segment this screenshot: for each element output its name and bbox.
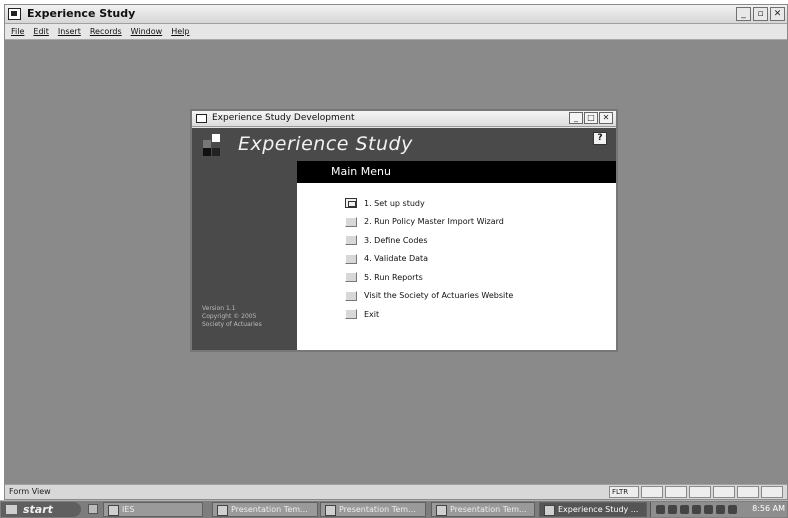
- dialog-close-button[interactable]: ✕: [599, 112, 613, 124]
- menu-item-import-wizard[interactable]: 2. Run Policy Master Import Wizard: [345, 213, 513, 232]
- status-bar: Form View FLTR: [5, 484, 787, 499]
- taskbar-item-experience-study[interactable]: Experience Study ...: [539, 502, 647, 517]
- status-text: Form View: [9, 487, 51, 496]
- windows-flag-icon: [6, 505, 17, 514]
- clock[interactable]: 8:56 AM: [752, 504, 785, 513]
- tray-icon[interactable]: [728, 505, 737, 514]
- menu-list: 1. Set up study 2. Run Policy Master Imp…: [345, 194, 513, 324]
- tray-icon[interactable]: [692, 505, 701, 514]
- taskbar-item-presentation[interactable]: Presentation Tem...: [320, 502, 426, 517]
- organization-line: Society of Actuaries: [202, 321, 262, 328]
- status-panel: [737, 486, 759, 498]
- copyright-line: Copyright © 2005: [202, 313, 257, 320]
- menu-button-icon[interactable]: [345, 253, 357, 264]
- start-button[interactable]: start: [1, 502, 81, 517]
- hero-title: Experience Study: [238, 133, 413, 155]
- app-title: Experience Study: [27, 7, 136, 20]
- menu-item-label: 5. Run Reports: [364, 272, 423, 282]
- logo-block: [203, 148, 211, 156]
- system-tray: 8:56 AM: [650, 502, 787, 517]
- form-icon: [196, 114, 207, 123]
- dialog-controls: _ □ ✕: [569, 112, 613, 124]
- taskbar-item-label: Experience Study ...: [558, 505, 639, 514]
- menu-button-icon[interactable]: [345, 309, 357, 320]
- logo-block: [212, 134, 220, 142]
- tray-icon[interactable]: [716, 505, 725, 514]
- main-menu-dialog: Experience Study Development _ □ ✕ Exper…: [190, 109, 618, 352]
- menu-item-validate-data[interactable]: 4. Validate Data: [345, 250, 513, 269]
- menu-item-label: 3. Define Codes: [364, 235, 428, 245]
- window-controls: _ ▫ ✕: [736, 7, 785, 21]
- menu-item-define-codes[interactable]: 3. Define Codes: [345, 231, 513, 250]
- menu-item-exit[interactable]: Exit: [345, 305, 513, 324]
- status-panel: [665, 486, 687, 498]
- tray-icon[interactable]: [704, 505, 713, 514]
- taskbar-item-ies[interactable]: IES: [103, 502, 203, 517]
- minimize-button[interactable]: _: [736, 7, 751, 21]
- menu-item-run-reports[interactable]: 5. Run Reports: [345, 268, 513, 287]
- menu-bar: File Edit Insert Records Window Help: [5, 24, 787, 40]
- quick-launch-icon[interactable]: [88, 504, 98, 514]
- menu-edit[interactable]: Edit: [33, 27, 49, 36]
- taskbar-item-label: IES: [122, 505, 135, 514]
- access-app-icon[interactable]: [8, 8, 21, 20]
- dialog-title: Experience Study Development: [212, 113, 355, 123]
- menu-item-visit-website[interactable]: Visit the Society of Actuaries Website: [345, 287, 513, 306]
- menu-help[interactable]: Help: [171, 27, 189, 36]
- taskbar-item-presentation[interactable]: Presentation Tem...: [212, 502, 318, 517]
- menu-item-label: 2. Run Policy Master Import Wizard: [364, 217, 504, 227]
- menu-button-icon[interactable]: [345, 290, 357, 301]
- menu-window[interactable]: Window: [131, 27, 163, 36]
- menu-item-label: Exit: [364, 309, 380, 319]
- start-label: start: [23, 503, 53, 516]
- menu-button-icon[interactable]: [345, 235, 357, 246]
- menu-button-icon[interactable]: [345, 198, 357, 209]
- menu-insert[interactable]: Insert: [58, 27, 81, 36]
- taskbar-item-label: Presentation Tem...: [231, 505, 308, 514]
- main-menu-panel: Main Menu 1. Set up study 2. Run Policy …: [297, 161, 616, 350]
- tray-icon[interactable]: [680, 505, 689, 514]
- dialog-titlebar[interactable]: Experience Study Development _ □ ✕: [192, 111, 616, 127]
- menu-records[interactable]: Records: [90, 27, 122, 36]
- menu-item-setup-study[interactable]: 1. Set up study: [345, 194, 513, 213]
- logo-block: [203, 140, 211, 148]
- status-panel: [713, 486, 735, 498]
- tray-icon[interactable]: [656, 505, 665, 514]
- restore-button[interactable]: ▫: [753, 7, 768, 21]
- close-button[interactable]: ✕: [770, 7, 785, 21]
- status-panel: [641, 486, 663, 498]
- menu-button-icon[interactable]: [345, 272, 357, 283]
- dialog-minimize-button[interactable]: _: [569, 112, 583, 124]
- logo-block: [212, 148, 220, 156]
- status-panel: [689, 486, 711, 498]
- dialog-maximize-button[interactable]: □: [584, 112, 598, 124]
- menu-item-label: 4. Validate Data: [364, 254, 429, 264]
- menu-button-icon[interactable]: [345, 216, 357, 227]
- status-panel: [761, 486, 783, 498]
- taskbar: start IES Presentation Tem... Presentati…: [0, 500, 788, 518]
- taskbar-item-presentation[interactable]: Presentation Tem...: [431, 502, 535, 517]
- version-line: Version 1.1: [202, 305, 236, 312]
- dialog-body: Experience Study ? Version 1.1 Copyright…: [192, 128, 616, 350]
- tray-icon[interactable]: [668, 505, 677, 514]
- menu-item-label: 1. Set up study: [364, 198, 425, 208]
- version-info: Version 1.1 Copyright © 2005 Society of …: [202, 305, 262, 329]
- main-menu-header: Main Menu: [297, 161, 616, 183]
- menu-item-label: Visit the Society of Actuaries Website: [364, 291, 514, 301]
- taskbar-item-label: Presentation Tem...: [339, 505, 416, 514]
- taskbar-item-label: Presentation Tem...: [450, 505, 527, 514]
- help-icon[interactable]: ?: [593, 132, 607, 145]
- filter-indicator: FLTR: [609, 486, 639, 498]
- menu-file[interactable]: File: [11, 27, 24, 36]
- app-titlebar[interactable]: Experience Study _ ▫ ✕: [5, 5, 787, 24]
